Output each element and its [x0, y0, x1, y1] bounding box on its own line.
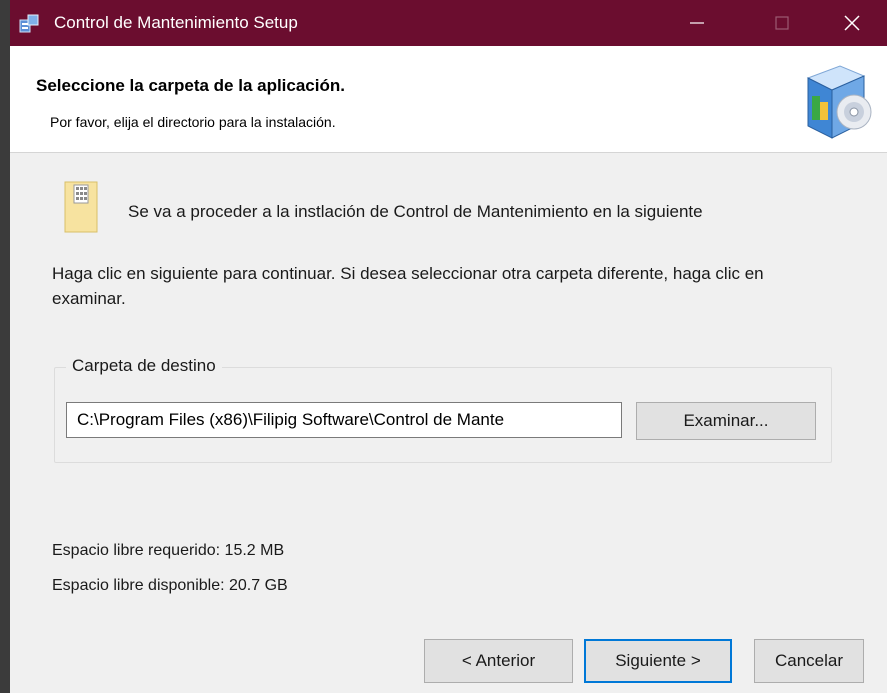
space-available-text: Espacio libre disponible: 20.7 GB — [52, 577, 288, 594]
back-button[interactable]: < Anterior — [424, 639, 573, 683]
page-subtitle: Por favor, elija el directorio para la i… — [50, 114, 336, 130]
space-required-text: Espacio libre requerido: 15.2 MB — [52, 542, 285, 559]
destination-label: Carpeta de destino — [66, 356, 222, 376]
close-button[interactable] — [822, 0, 882, 46]
window-title: Control de Mantenimiento Setup — [54, 13, 298, 32]
wizard-content: Se va a proceder a la instlación de Cont… — [10, 153, 887, 693]
browse-button[interactable]: Examinar... — [636, 402, 816, 440]
wizard-header: Seleccione la carpeta de la aplicación. … — [10, 46, 887, 153]
cancel-button[interactable]: Cancelar — [754, 639, 864, 683]
setup-window: Control de Mantenimiento Setup Seleccion… — [10, 0, 887, 693]
setup-app-icon — [19, 14, 39, 33]
title-bar[interactable]: Control de Mantenimiento Setup — [10, 0, 887, 46]
folder-icon — [64, 181, 98, 233]
next-button[interactable]: Siguiente > — [584, 639, 732, 683]
minimize-icon — [690, 22, 704, 24]
page-title: Seleccione la carpeta de la aplicación. — [36, 76, 345, 95]
minimize-button[interactable] — [667, 0, 727, 46]
instructions-text: Haga clic en siguiente para continuar. S… — [52, 264, 764, 308]
destination-path-input[interactable] — [66, 402, 622, 438]
installer-box-cd-icon — [806, 65, 872, 139]
close-icon — [844, 15, 860, 31]
intro-text: Se va a proceder a la instlación de Cont… — [128, 202, 703, 221]
maximize-button[interactable] — [752, 0, 812, 46]
maximize-icon — [775, 16, 789, 30]
